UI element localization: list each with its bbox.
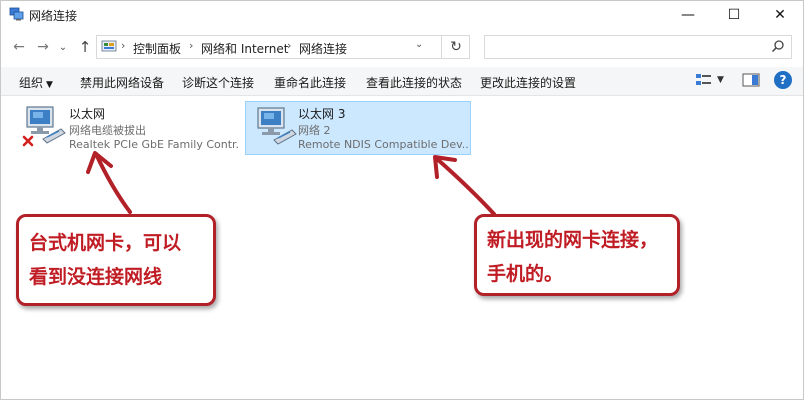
search-input[interactable] [484, 35, 792, 59]
title-bar[interactable]: 网络连接 — ☐ ✕ [1, 1, 803, 29]
control-panel-icon [101, 40, 117, 52]
breadcrumb-separator: › [287, 39, 292, 52]
connection-item-ethernet-3[interactable]: 以太网 3 网络 2 Remote NDIS Compatible Dev... [245, 101, 471, 155]
breadcrumb-separator: › [121, 39, 126, 52]
connection-status: 网络电缆被拔出 [69, 124, 146, 137]
disable-device-button[interactable]: 禁用此网络设备 [80, 74, 164, 91]
caret-down-icon: ▼ [46, 80, 53, 90]
connection-device: Remote NDIS Compatible Dev... [298, 138, 468, 151]
maximize-icon: ☐ [727, 7, 741, 23]
back-button[interactable]: ← [9, 36, 29, 58]
minimize-icon: — [681, 7, 695, 23]
annotation-line: 台式机网卡，可以 [29, 232, 182, 254]
organize-label: 组织 [19, 76, 44, 90]
help-icon[interactable]: ? [774, 71, 792, 89]
close-icon: ✕ [774, 7, 786, 23]
annotation-line: 手机的。 [487, 263, 564, 285]
forward-arrow-icon: → [37, 39, 49, 55]
search-icon [771, 40, 784, 53]
up-arrow-icon: ↑ [78, 38, 92, 56]
navigation-bar: ← → ⌄ ↑ › 控制面板 › 网络和 Internet › 网络连接 ⌄ ↻ [1, 31, 803, 63]
back-arrow-icon: ← [13, 39, 25, 55]
diagnose-connection-button[interactable]: 诊断这个连接 [182, 74, 254, 91]
breadcrumb-control-panel[interactable]: 控制面板 [133, 40, 181, 57]
window-title: 网络连接 [29, 9, 78, 23]
refresh-button[interactable]: ↻ [441, 36, 470, 58]
address-history-dropdown[interactable]: ⌄ [415, 39, 423, 50]
maximize-button[interactable]: ☐ [711, 1, 757, 29]
change-settings-button[interactable]: 更改此连接的设置 [480, 74, 576, 91]
ethernet-disconnected-icon [22, 106, 66, 147]
connection-device: Realtek PCIe GbE Family Contr... [69, 138, 239, 151]
network-connections-window: 网络连接 — ☐ ✕ ← → ⌄ ↑ › 控制面板 › 网络和 Internet… [0, 0, 804, 400]
breadcrumb-separator: › [189, 39, 194, 52]
breadcrumb-network-internet[interactable]: 网络和 Internet [201, 40, 288, 57]
recent-locations-button[interactable]: ⌄ [56, 36, 70, 58]
preview-pane-icon[interactable] [742, 73, 760, 87]
network-connections-icon [9, 7, 24, 21]
breadcrumb-network-connections[interactable]: 网络连接 [299, 40, 347, 57]
close-button[interactable]: ✕ [757, 1, 803, 29]
ethernet-connected-icon [257, 107, 297, 145]
view-status-button[interactable]: 查看此连接的状态 [366, 74, 462, 91]
annotation-callout-phone-nic: 新出现的网卡连接， 手机的。 [474, 214, 680, 296]
refresh-icon: ↻ [450, 39, 462, 55]
minimize-button[interactable]: — [665, 1, 711, 29]
annotation-line: 新出现的网卡连接， [487, 229, 659, 251]
view-options-dropdown[interactable]: ▼ [717, 75, 724, 85]
command-bar: 组织 ▼ 禁用此网络设备 诊断这个连接 重命名此连接 查看此连接的状态 更改此连接… [1, 67, 803, 96]
view-options-icon[interactable] [695, 73, 713, 87]
up-button[interactable]: ↑ [75, 36, 95, 58]
rename-connection-button[interactable]: 重命名此连接 [274, 74, 346, 91]
chevron-down-icon: ⌄ [58, 41, 68, 53]
annotation-line: 看到没连接网线 [29, 266, 163, 288]
address-bar[interactable]: › 控制面板 › 网络和 Internet › 网络连接 ⌄ ↻ [96, 35, 470, 59]
connection-status: 网络 2 [298, 124, 331, 137]
forward-button[interactable]: → [33, 36, 53, 58]
connection-item-ethernet[interactable]: 以太网 网络电缆被拔出 Realtek PCIe GbE Family Cont… [15, 101, 241, 155]
annotation-callout-desktop-nic: 台式机网卡，可以 看到没连接网线 [16, 214, 216, 306]
organize-menu[interactable]: 组织 ▼ [19, 74, 53, 91]
connection-name: 以太网 [69, 107, 106, 121]
connection-name: 以太网 3 [298, 107, 346, 121]
